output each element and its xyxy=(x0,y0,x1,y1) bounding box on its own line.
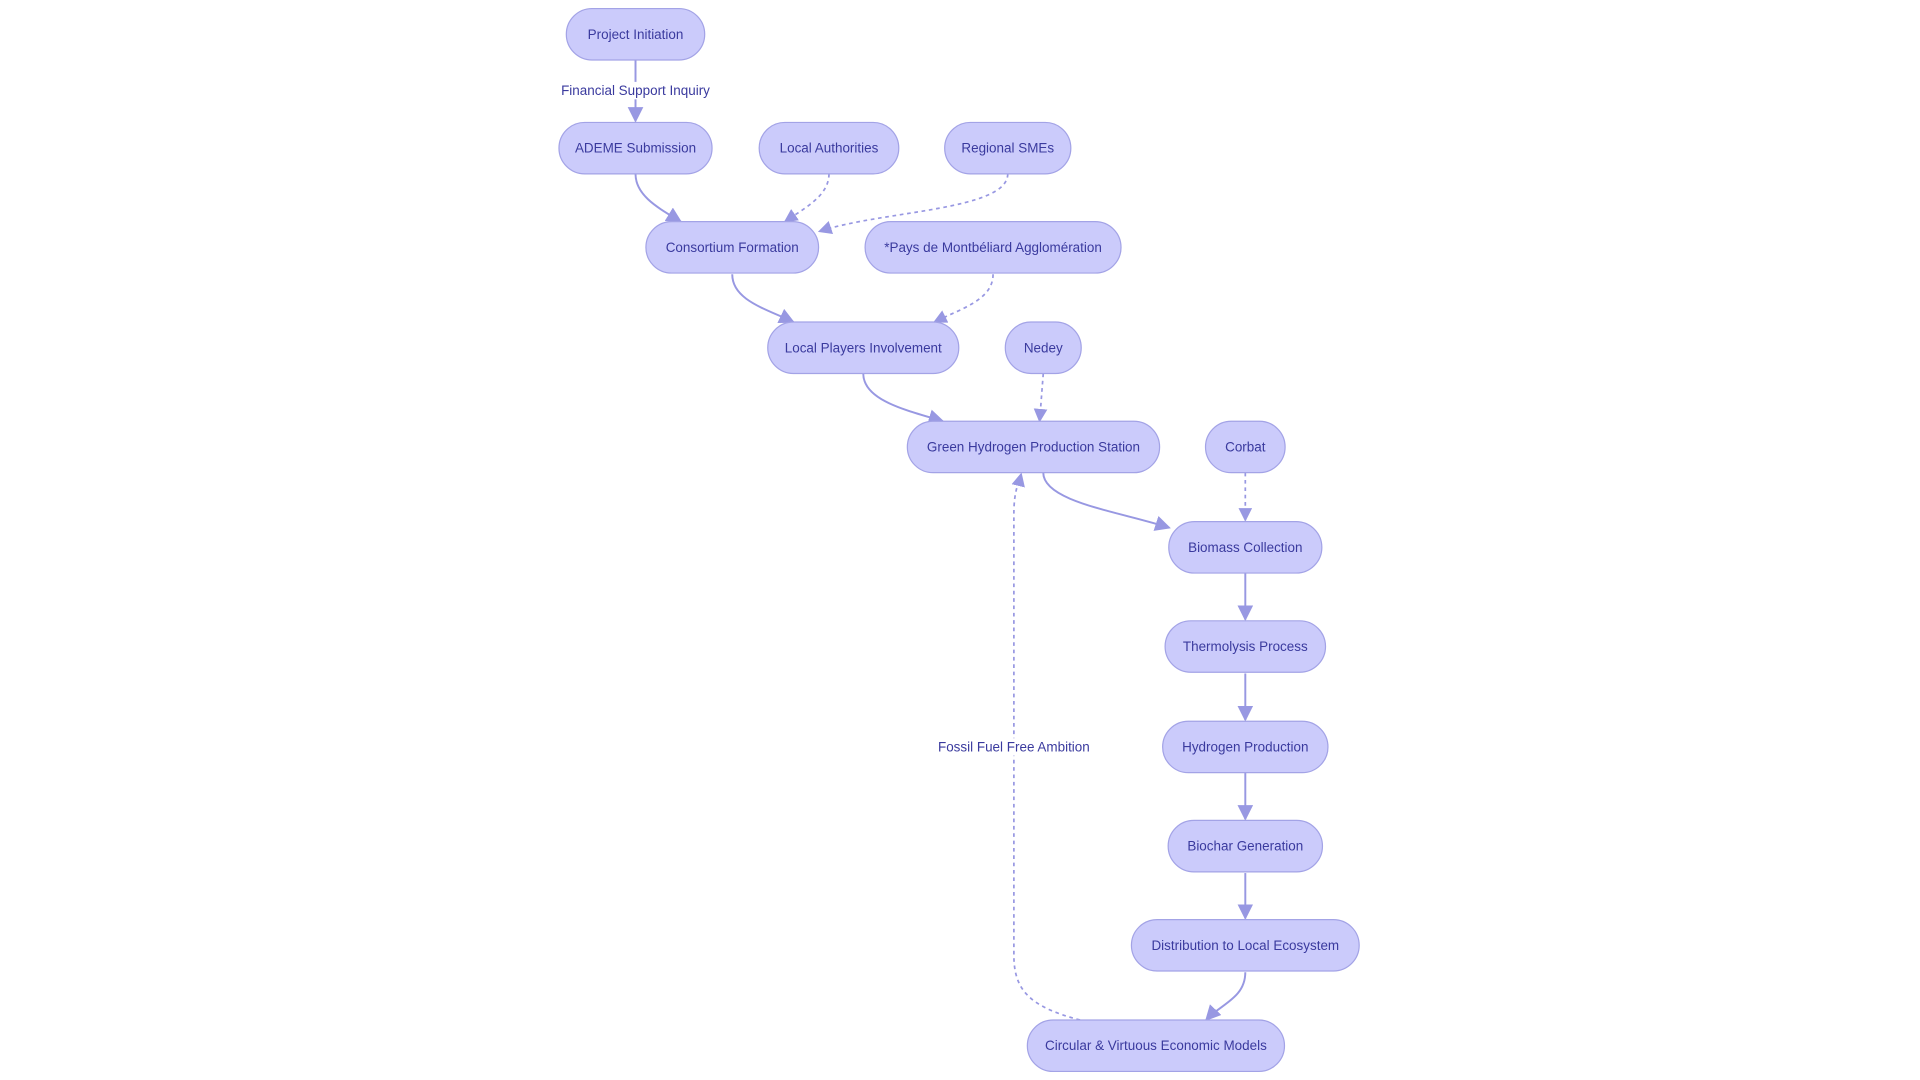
node-label: Circular & Virtuous Economic Models xyxy=(1045,1038,1267,1053)
node-label: *Pays de Montbéliard Agglomération xyxy=(884,240,1102,255)
node-corbat[interactable]: Corbat xyxy=(1204,420,1286,474)
flowchart: Financial Support Inquiry Fossil Fuel Fre… xyxy=(558,7,1360,1073)
node-label: Local Players Involvement xyxy=(785,340,942,355)
node-green-hydrogen-station[interactable]: Green Hydrogen Production Station xyxy=(906,420,1161,474)
node-hydrogen-production[interactable]: Hydrogen Production xyxy=(1162,720,1329,774)
node-local-authorities[interactable]: Local Authorities xyxy=(758,121,900,175)
node-label: Local Authorities xyxy=(780,141,879,156)
node-label: Regional SMEs xyxy=(961,141,1054,156)
node-consortium-formation[interactable]: Consortium Formation xyxy=(645,221,820,274)
edge-distribution-local-ecosystem-to-circular-economic-models xyxy=(1205,972,1247,1022)
node-label: Distribution to Local Ecosystem xyxy=(1151,938,1339,953)
node-thermolysis-process[interactable]: Thermolysis Process xyxy=(1164,620,1327,673)
edge-consortium-formation-to-local-players-involvement xyxy=(731,274,795,324)
node-distribution-local-ecosystem[interactable]: Distribution to Local Ecosystem xyxy=(1130,918,1360,972)
edge-label: Financial Support Inquiry xyxy=(561,83,710,98)
node-label: Nedey xyxy=(1024,340,1063,355)
edge-ademe-submission-to-consortium-formation xyxy=(634,173,683,223)
edge-nedey-to-green-hydrogen-station xyxy=(1033,373,1048,423)
edge-local-authorities-to-consortium-formation xyxy=(783,173,830,223)
node-ademe-submission[interactable]: ADEME Submission xyxy=(558,121,713,175)
node-label: Project Initiation xyxy=(588,27,684,42)
node-pays-de-montbeliard[interactable]: *Pays de Montbéliard Agglomération xyxy=(864,221,1122,274)
node-biomass-collection[interactable]: Biomass Collection xyxy=(1168,521,1323,574)
node-project-initiation[interactable]: Project Initiation xyxy=(565,7,706,61)
node-regional-smes[interactable]: Regional SMEs xyxy=(944,121,1072,175)
node-label: Hydrogen Production xyxy=(1182,739,1308,754)
edge-labels: Financial Support Inquiry Fossil Fuel Fre… xyxy=(558,81,1093,756)
node-label: Consortium Formation xyxy=(666,240,799,255)
edge-local-players-involvement-to-green-hydrogen-station xyxy=(862,373,945,425)
edge-pays-de-montbeliard-to-local-players-involvement xyxy=(933,274,994,323)
node-nedey[interactable]: Nedey xyxy=(1004,321,1082,375)
edges xyxy=(627,60,1254,1022)
node-label: ADEME Submission xyxy=(575,141,696,156)
node-local-players-involvement[interactable]: Local Players Involvement xyxy=(767,321,960,375)
node-label: Corbat xyxy=(1225,439,1266,454)
node-label: Biochar Generation xyxy=(1187,839,1303,854)
nodes: Project Initiation ADEME Submission Local … xyxy=(558,7,1360,1073)
node-label: Green Hydrogen Production Station xyxy=(927,439,1140,454)
edge-label: Fossil Fuel Free Ambition xyxy=(938,739,1090,754)
node-label: Thermolysis Process xyxy=(1183,639,1308,654)
node-label: Biomass Collection xyxy=(1188,540,1302,555)
node-circular-economic-models[interactable]: Circular & Virtuous Economic Models xyxy=(1026,1019,1286,1073)
edge-green-hydrogen-station-to-biomass-collection xyxy=(1042,472,1171,531)
node-biochar-generation[interactable]: Biochar Generation xyxy=(1167,819,1324,873)
